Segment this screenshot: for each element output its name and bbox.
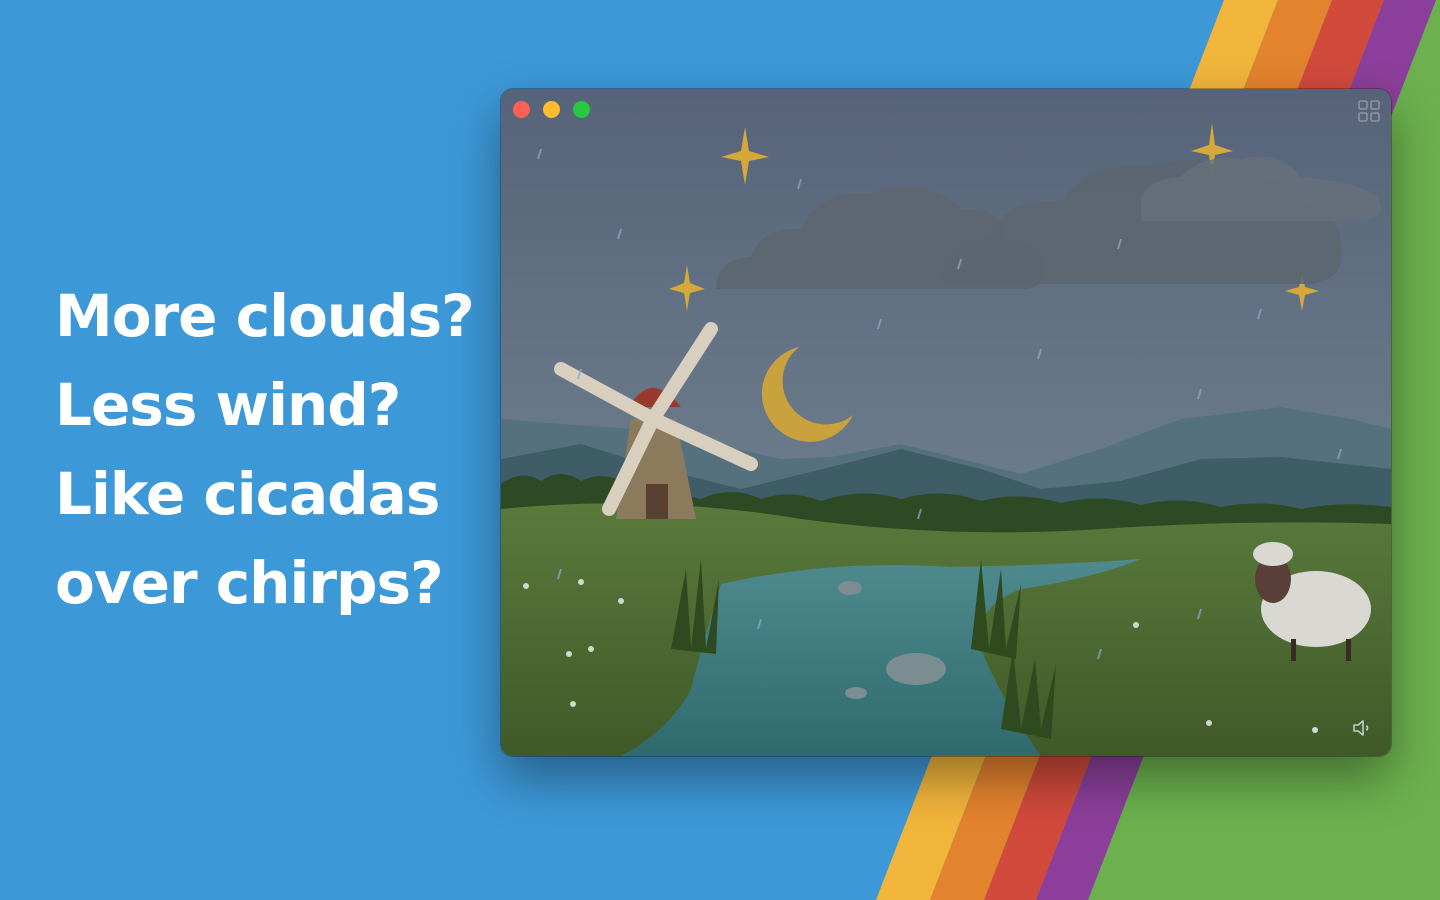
flower-icon xyxy=(588,646,594,652)
flower-icon xyxy=(1206,720,1212,726)
ambience-scene xyxy=(501,89,1391,756)
rock-large xyxy=(886,653,946,685)
zoom-button[interactable] xyxy=(573,101,590,118)
rock-small xyxy=(845,687,867,699)
tagline-line-3: Like cicadas xyxy=(55,460,440,528)
speaker-icon xyxy=(1353,720,1369,736)
grid-view-button[interactable] xyxy=(1357,99,1381,123)
tagline: More clouds? Less wind? Like cicadas ove… xyxy=(55,272,475,628)
flower-icon xyxy=(1133,622,1139,628)
app-window xyxy=(501,89,1391,756)
grid-icon xyxy=(1358,100,1380,122)
tagline-line-4: over chirps? xyxy=(55,549,444,617)
windmill-door xyxy=(646,484,668,519)
flower-icon xyxy=(566,651,572,657)
minimize-button[interactable] xyxy=(543,101,560,118)
volume-button[interactable] xyxy=(1351,716,1375,740)
tagline-line-1: More clouds? xyxy=(55,282,475,350)
flower-icon xyxy=(523,583,529,589)
rock-small xyxy=(838,581,862,595)
flower-icon xyxy=(578,579,584,585)
sheep-fleece-top xyxy=(1253,542,1293,566)
close-button[interactable] xyxy=(513,101,530,118)
flower-icon xyxy=(618,598,624,604)
tagline-line-2: Less wind? xyxy=(55,371,401,439)
flower-icon xyxy=(1312,727,1318,733)
flower-icon xyxy=(570,701,576,707)
